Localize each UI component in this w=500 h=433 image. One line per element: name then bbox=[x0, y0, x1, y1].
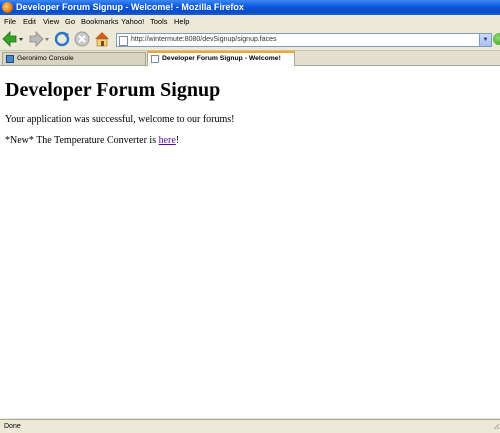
address-bar[interactable]: http://wintermute:8080/devSignup/signup.… bbox=[116, 33, 492, 47]
tab-geronimo-console[interactable]: Geronimo Console bbox=[2, 52, 146, 65]
address-dropdown-button[interactable]: ▼ bbox=[479, 34, 491, 46]
url-text[interactable]: http://wintermute:8080/devSignup/signup.… bbox=[131, 34, 277, 46]
menu-tools[interactable]: Tools bbox=[150, 17, 168, 26]
geronimo-favicon-icon bbox=[6, 55, 14, 63]
window-title: Developer Forum Signup - Welcome! - Mozi… bbox=[16, 2, 244, 12]
news-line: *New* The Temperature Converter is here! bbox=[5, 135, 179, 146]
stop-button[interactable] bbox=[74, 31, 90, 47]
tab-developer-forum-signup[interactable]: Developer Forum Signup - Welcome! bbox=[147, 51, 295, 67]
menu-file[interactable]: File bbox=[4, 17, 16, 26]
status-text: Done bbox=[4, 423, 21, 430]
menu-edit[interactable]: Edit bbox=[23, 17, 36, 26]
navigation-toolbar: http://wintermute:8080/devSignup/signup.… bbox=[0, 28, 500, 51]
stop-icon bbox=[74, 31, 90, 47]
menu-view[interactable]: View bbox=[43, 17, 59, 26]
page-favicon-icon bbox=[151, 55, 159, 63]
menu-bar: File Edit View Go Bookmarks Yahoo! Tools… bbox=[0, 15, 500, 28]
home-icon bbox=[95, 32, 109, 47]
tab-bar: Geronimo Console Developer Forum Signup … bbox=[0, 51, 500, 67]
menu-help[interactable]: Help bbox=[174, 17, 189, 26]
page-heading: Developer Forum Signup bbox=[5, 79, 221, 101]
firefox-icon bbox=[2, 2, 13, 13]
page-icon bbox=[119, 36, 128, 46]
title-bar: Developer Forum Signup - Welcome! - Mozi… bbox=[0, 0, 500, 15]
tab-label: Developer Forum Signup - Welcome! bbox=[162, 55, 281, 62]
reload-icon bbox=[54, 31, 70, 47]
page-content: Developer Forum Signup Your application … bbox=[0, 66, 500, 418]
forward-arrow-icon bbox=[29, 31, 49, 47]
menu-bookmarks[interactable]: Bookmarks bbox=[81, 17, 119, 26]
here-link[interactable]: here bbox=[159, 135, 176, 146]
news-suffix: ! bbox=[175, 135, 180, 146]
go-button[interactable] bbox=[493, 33, 500, 45]
resize-grip-icon[interactable] bbox=[490, 420, 500, 433]
news-text: *New* The Temperature Converter is bbox=[5, 135, 159, 146]
reload-button[interactable] bbox=[54, 31, 70, 47]
home-button[interactable] bbox=[94, 31, 110, 47]
forward-button[interactable] bbox=[28, 31, 50, 47]
tab-label: Geronimo Console bbox=[17, 55, 74, 62]
status-bar: Done bbox=[0, 419, 500, 433]
success-message: Your application was successful, welcome… bbox=[5, 114, 235, 125]
back-arrow-icon bbox=[2, 31, 23, 47]
menu-yahoo[interactable]: Yahoo! bbox=[121, 17, 144, 26]
menu-go[interactable]: Go bbox=[65, 17, 75, 26]
back-button[interactable] bbox=[2, 31, 24, 47]
